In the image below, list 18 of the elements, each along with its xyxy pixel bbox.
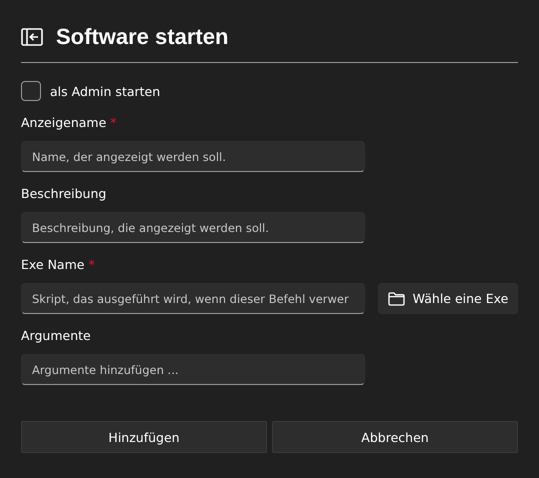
input-field[interactable]: Name, der angezeigt werden soll. [21, 141, 365, 172]
dialog-button[interactable]: Abbrechen [272, 421, 518, 453]
required-mark: * [110, 115, 117, 132]
dialog-title: Software starten [56, 24, 228, 50]
collapse-pane-icon[interactable] [21, 28, 43, 46]
folder-icon [388, 292, 405, 306]
field-label: Argumente [21, 328, 91, 345]
dialog-button[interactable]: Hinzufügen [21, 421, 267, 453]
input-field[interactable]: Argumente hinzufügen ... [21, 354, 365, 385]
field-label: Exe Name [21, 257, 84, 274]
input-field[interactable]: Skript, das ausgeführt wird, wenn dieser Befehl verwer [21, 283, 365, 314]
browse-button[interactable]: Wähle eine Exe [378, 283, 518, 314]
field-label: Anzeigename [21, 115, 106, 132]
checkbox-label: als Admin starten [50, 84, 160, 98]
field-label: Beschreibung [21, 186, 106, 203]
checkbox[interactable] [21, 81, 41, 101]
required-mark: * [88, 257, 95, 274]
input-field[interactable]: Beschreibung, die angezeigt werden soll. [21, 212, 365, 243]
